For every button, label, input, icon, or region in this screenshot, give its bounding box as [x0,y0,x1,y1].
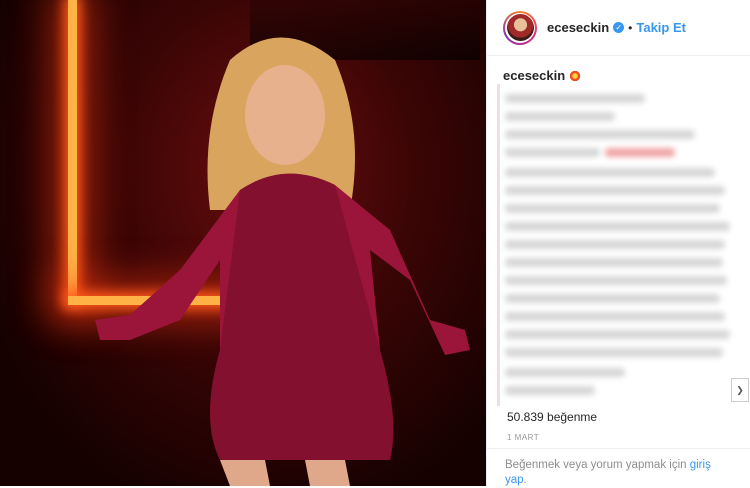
caption-text-blurred [505,258,723,267]
caption-text-blurred [505,112,615,121]
likes-count[interactable]: 50.839 beğenme [507,410,597,424]
caption-text-blurred [505,348,723,357]
caption-text-blurred [505,368,625,377]
collision-emoji-icon [569,70,582,82]
caption-text-blurred [505,204,720,213]
chevron-icon: ❯ [736,384,744,395]
caption-text-blurred [505,130,695,139]
username-link[interactable]: eceseckin [547,20,609,35]
post-sidebar: eceseckin ✓ • Takip Et eceseckin ❯ 50.83… [486,0,750,486]
post-header: eceseckin ✓ • Takip Et [487,0,750,56]
neon-light-vertical [68,0,77,302]
verified-badge-icon: ✓ [613,22,625,33]
login-prompt-text: Beğenmek veya yorum yapmak için [505,459,687,471]
separator-dot: • [628,20,633,35]
scroll-down-button[interactable]: ❯ [731,378,749,402]
caption-text-blurred [505,240,725,249]
caption-scroll-track[interactable] [497,84,500,406]
caption-text-blurred [605,148,675,157]
caption-text-blurred [505,294,720,303]
caption-text-blurred [505,386,595,395]
avatar[interactable] [503,10,537,45]
avatar-ring-inner [505,12,535,43]
login-prompt: Beğenmek veya yorum yapmak için giriş ya… [505,458,735,488]
divider [487,448,750,449]
post-photo[interactable] [0,0,486,486]
caption-text-blurred [505,148,600,157]
caption-text-blurred [505,186,725,195]
caption-text-blurred [505,330,730,339]
caption-text-blurred [505,94,645,103]
caption-text-blurred [505,276,727,285]
caption-author[interactable]: eceseckin [503,68,582,83]
performer-figure [95,37,470,486]
post-date[interactable]: 1 MART [507,433,539,442]
avatar-image [506,14,534,41]
caption-text-blurred [505,222,730,231]
caption-text-blurred [505,312,725,321]
caption-area[interactable]: eceseckin [487,56,750,406]
caption-text-blurred [505,168,715,177]
login-prompt-suffix: . [523,474,527,486]
follow-button[interactable]: Takip Et [636,20,686,35]
caption-username[interactable]: eceseckin [503,68,565,83]
